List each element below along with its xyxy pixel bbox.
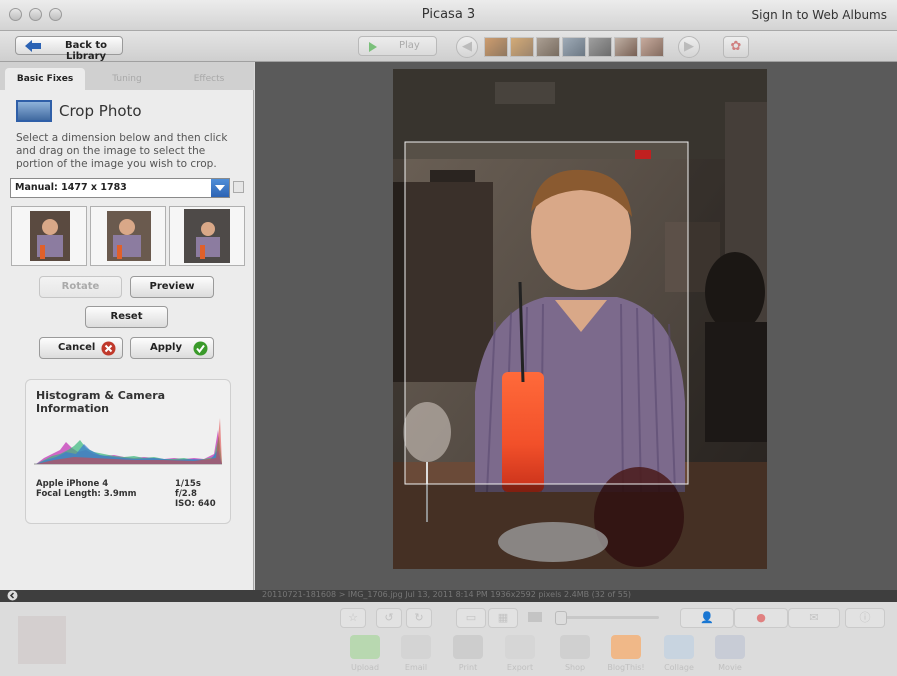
- tag-icon: ✉: [809, 611, 819, 624]
- view-grid-button[interactable]: ▦: [488, 608, 518, 628]
- collage-icon[interactable]: [664, 635, 694, 659]
- back-to-library-button[interactable]: Back to Library: [15, 36, 123, 62]
- status-bar: 20110721-181608 > IMG_1706.jpg Jul 13, 2…: [0, 590, 897, 602]
- rotate-right-icon: ↻: [414, 611, 424, 624]
- iso-value: ISO: 640: [175, 499, 216, 509]
- zoom-slider[interactable]: [555, 611, 659, 625]
- play-button[interactable]: Play: [358, 36, 437, 56]
- rotate-left-button[interactable]: ↺: [376, 608, 402, 628]
- crop-suggestion-image: [30, 211, 70, 261]
- palette-icon: ✿: [730, 39, 742, 54]
- toolbar: Back to Library: [0, 31, 897, 62]
- zoom-slider-handle[interactable]: [555, 611, 567, 625]
- view-single-button[interactable]: ▭: [456, 608, 486, 628]
- previous-photo-button[interactable]: ◀: [456, 36, 478, 58]
- tags-button[interactable]: ✉: [788, 608, 840, 628]
- rotate-view-button[interactable]: ✿: [723, 36, 749, 58]
- filmstrip-thumb[interactable]: [562, 37, 586, 57]
- reset-button[interactable]: Reset: [85, 306, 168, 328]
- star-button[interactable]: ☆: [340, 608, 366, 628]
- grid-view-icon: ▦: [497, 611, 509, 624]
- edit-tabs: Basic Fixes Tuning Effects: [0, 62, 254, 90]
- collapse-panel-icon[interactable]: [7, 590, 18, 601]
- star-icon: ☆: [348, 611, 358, 624]
- focal-length: Focal Length: 3.9mm: [36, 489, 137, 499]
- photo-viewer: [255, 62, 897, 590]
- cancel-x-icon: [101, 341, 116, 356]
- email-label[interactable]: Email: [391, 663, 441, 672]
- info-button[interactable]: ⓘ: [845, 608, 885, 628]
- cancel-button[interactable]: Cancel: [39, 337, 123, 359]
- filmstrip-thumb[interactable]: [588, 37, 612, 57]
- filmstrip-thumb[interactable]: [614, 37, 638, 57]
- preview-button[interactable]: Preview: [130, 276, 214, 298]
- thumbnail-size-icon: [528, 612, 542, 622]
- crop-suggestion-1[interactable]: [11, 206, 87, 266]
- filmstrip-thumb[interactable]: [510, 37, 534, 57]
- right-arrow-icon: ▶: [684, 39, 694, 54]
- lock-aspect-icon[interactable]: [233, 181, 244, 193]
- movie-icon[interactable]: [715, 635, 745, 659]
- bottom-action-bar: ☆ ↺ ↻ ▭ ▦ 👤 ● ✉ ⓘ Upload Email Print Exp…: [0, 602, 897, 676]
- back-arrow-icon: [25, 40, 41, 52]
- crop-photo-title: Crop Photo: [59, 102, 142, 120]
- collage-label[interactable]: Collage: [654, 663, 704, 672]
- photo-status-text: 20110721-181608 > IMG_1706.jpg Jul 13, 2…: [262, 590, 632, 599]
- crop-suggestion-image: [184, 209, 230, 263]
- apply-label: Apply: [150, 342, 183, 353]
- dimension-select-value: Manual: 1477 x 1783: [15, 182, 127, 193]
- left-arrow-icon: ◀: [462, 39, 472, 54]
- shop-icon[interactable]: [560, 635, 590, 659]
- shop-label[interactable]: Shop: [550, 663, 600, 672]
- crop-photo-icon: [16, 100, 52, 122]
- next-photo-button[interactable]: ▶: [678, 36, 700, 58]
- histogram-graph: [34, 418, 222, 465]
- crop-suggestion-2[interactable]: [90, 206, 166, 266]
- filmstrip-thumb[interactable]: [484, 37, 508, 57]
- back-to-library-label: Back to Library: [64, 40, 108, 62]
- export-label[interactable]: Export: [495, 663, 545, 672]
- single-view-icon: ▭: [465, 611, 477, 624]
- apply-check-icon: [193, 341, 208, 356]
- filmstrip-thumb[interactable]: [640, 37, 664, 57]
- places-button[interactable]: ●: [734, 608, 788, 628]
- play-label: Play: [399, 40, 420, 51]
- rotate-button[interactable]: Rotate: [39, 276, 122, 298]
- export-icon[interactable]: [505, 635, 535, 659]
- info-icon: ⓘ: [859, 611, 871, 624]
- upload-icon[interactable]: [350, 635, 380, 659]
- rotate-right-button[interactable]: ↻: [406, 608, 432, 628]
- title-bar: Picasa 3 Sign In to Web Albums: [0, 0, 897, 31]
- histogram-panel: Histogram & Camera Information Apple iPh…: [25, 379, 231, 524]
- cancel-label: Cancel: [58, 342, 96, 353]
- crop-instructions: Select a dimension below and then click …: [16, 132, 228, 170]
- map-pin-icon: ●: [756, 611, 766, 624]
- blogger-icon[interactable]: [611, 635, 641, 659]
- print-icon[interactable]: [453, 635, 483, 659]
- chevron-down-icon[interactable]: [211, 179, 229, 197]
- tab-tuning[interactable]: Tuning: [86, 68, 168, 90]
- edit-panel: Basic Fixes Tuning Effects Crop Photo Se…: [0, 62, 254, 590]
- rotate-left-icon: ↺: [384, 611, 394, 624]
- tab-basic-fixes[interactable]: Basic Fixes: [5, 68, 85, 90]
- filmstrip-thumb[interactable]: [536, 37, 560, 57]
- play-icon: [369, 42, 377, 52]
- tab-effects[interactable]: Effects: [168, 68, 250, 90]
- crop-suggestion-3[interactable]: [169, 206, 245, 266]
- photo-canvas[interactable]: [255, 62, 897, 590]
- upload-label[interactable]: Upload: [340, 663, 390, 672]
- sign-in-link[interactable]: Sign In to Web Albums: [752, 8, 888, 22]
- crop-suggestion-image: [107, 211, 151, 261]
- people-button[interactable]: 👤: [680, 608, 734, 628]
- blogthis-label[interactable]: BlogThis!: [601, 663, 651, 672]
- apply-button[interactable]: Apply: [130, 337, 214, 359]
- print-label[interactable]: Print: [443, 663, 493, 672]
- movie-label[interactable]: Movie: [705, 663, 755, 672]
- person-icon: 👤: [700, 611, 714, 624]
- email-icon[interactable]: [401, 635, 431, 659]
- dimension-select[interactable]: Manual: 1477 x 1783: [10, 178, 230, 198]
- photo-tray-thumb[interactable]: [18, 616, 66, 664]
